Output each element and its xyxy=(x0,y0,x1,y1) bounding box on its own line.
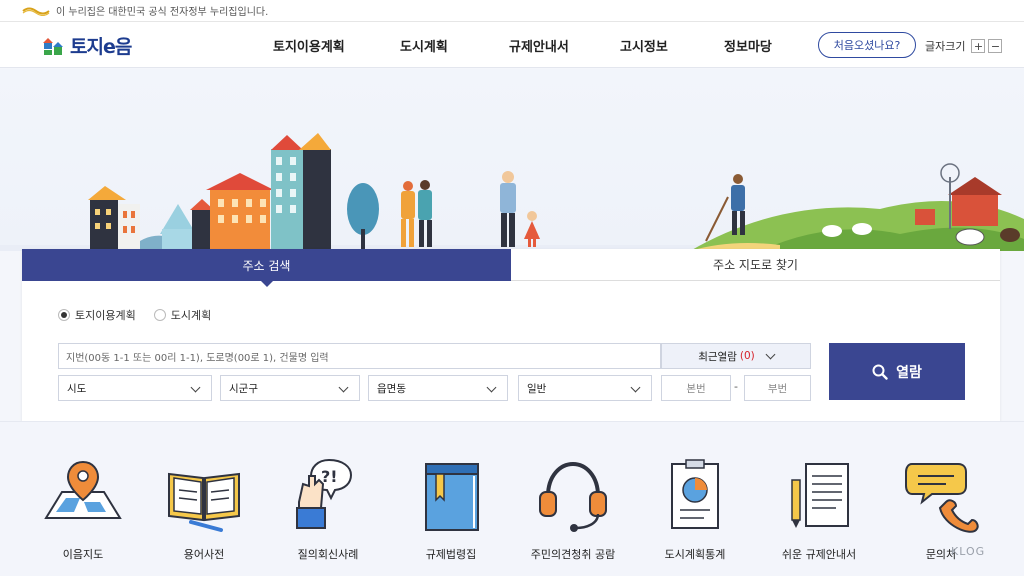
document-pencil-icon xyxy=(791,463,849,528)
nav-info[interactable]: 정보마당 xyxy=(724,36,772,55)
quick-item-easy-guide[interactable]: 쉬운 규제안내서 xyxy=(764,456,874,562)
brand-name: 토지e음 xyxy=(70,36,132,58)
chevron-down-icon xyxy=(630,382,641,393)
gov-banner-text: 이 누리집은 대한민국 공식 전자정부 누리집입니다. xyxy=(56,7,269,18)
radio-land-use-plan[interactable]: 토지이용계획 xyxy=(58,307,136,323)
nav-regulation-guide[interactable]: 규제안내서 xyxy=(509,36,569,55)
select-value: 읍면동 xyxy=(377,382,406,395)
quick-item-label: 규제법령집 xyxy=(425,548,477,561)
select-value: 일반 xyxy=(527,382,547,395)
view-submit-label: 열람 xyxy=(896,364,922,381)
recent-views-count: (0) xyxy=(739,350,755,362)
tab-address-search[interactable]: 주소 검색 xyxy=(22,249,511,287)
headset-icon xyxy=(539,461,607,532)
chevron-down-icon xyxy=(338,382,349,393)
quick-menu: 이음지도 용어사전 ?! 질의회신사례 규제법령집 주민의견청취 공람 도시계획… xyxy=(0,421,1024,576)
recent-views-dropdown[interactable]: 최근열람 (0) xyxy=(661,343,811,369)
select-value: 시도 xyxy=(67,382,87,395)
law-book-icon xyxy=(425,463,479,531)
gov-logo-icon xyxy=(22,7,50,16)
nav-notices[interactable]: 고시정보 xyxy=(620,36,668,55)
chevron-down-icon xyxy=(486,382,497,393)
recent-views-label: 최근열람 xyxy=(698,350,737,363)
lot-number-separator: - xyxy=(734,380,738,393)
address-search-input[interactable]: 지번(00동 1-1 또는 00리 1-1), 도로명(00로 1), 건물명 … xyxy=(58,343,661,369)
hero-illustration xyxy=(0,69,1024,251)
radio-label: 도시계획 xyxy=(170,309,212,322)
search-icon xyxy=(872,364,888,380)
nav-urban-plan[interactable]: 도시계획 xyxy=(400,36,448,55)
sub-lot-number-input[interactable]: 부번 xyxy=(744,375,811,401)
quick-item-label: 주민의견청취 공람 xyxy=(530,548,616,561)
font-increase-button[interactable]: + xyxy=(971,39,986,53)
question-hand-icon: ?! xyxy=(296,458,353,529)
radio-checked-icon xyxy=(58,309,70,321)
font-size-control: 글자크기 + − xyxy=(925,38,1003,54)
quick-item-label: 이음지도 xyxy=(62,548,104,561)
chevron-down-icon xyxy=(765,349,776,359)
quick-item-eum-map[interactable]: 이음지도 xyxy=(28,456,138,562)
map-pin-icon xyxy=(44,460,122,519)
tab-map-search[interactable]: 주소 지도로 찾기 xyxy=(511,249,1000,281)
quick-item-urban-stats[interactable]: 도시계획통계 xyxy=(640,456,750,562)
font-size-label: 글자크기 xyxy=(925,40,966,53)
search-type-radios: 토지이용계획 도시계획 xyxy=(58,307,229,323)
address-search-panel: 주소 검색 주소 지도로 찾기 토지이용계획 도시계획 지번(00동 1-1 또… xyxy=(22,249,1000,421)
quick-item-label: 질의회신사례 xyxy=(297,548,359,561)
sido-select[interactable]: 시도 xyxy=(58,375,212,401)
quick-item-label: 도시계획통계 xyxy=(664,548,726,561)
main-lot-number-input[interactable]: 본번 xyxy=(661,375,731,401)
chart-board-icon xyxy=(671,459,719,529)
quick-item-public-hearing[interactable]: 주민의견청취 공람 xyxy=(518,456,628,562)
first-visit-button[interactable]: 처음오셨나요? xyxy=(818,32,916,58)
quick-item-qa-cases[interactable]: ?! 질의회신사례 xyxy=(273,456,383,562)
radio-label: 토지이용계획 xyxy=(75,309,136,322)
font-decrease-button[interactable]: − xyxy=(988,39,1003,53)
quick-item-glossary[interactable]: 용어사전 xyxy=(149,456,259,562)
phone-chat-icon xyxy=(905,463,979,533)
eupmyeondong-select[interactable]: 읍면동 xyxy=(368,375,508,401)
town-and-farm-scene-icon xyxy=(0,133,1024,251)
site-header: 토지e음 토지이용계획 도시계획 규제안내서 고시정보 정보마당 처음오셨나요?… xyxy=(0,22,1024,68)
open-book-icon xyxy=(168,472,240,532)
radio-urban-plan[interactable]: 도시계획 xyxy=(153,307,212,323)
select-value: 시군구 xyxy=(229,382,258,395)
land-type-select[interactable]: 일반 xyxy=(518,375,652,401)
watermark-text: KLOG xyxy=(951,545,986,558)
search-tabs: 주소 검색 주소 지도로 찾기 xyxy=(22,249,1000,287)
sigungu-select[interactable]: 시군구 xyxy=(220,375,360,401)
nav-land-use-plan[interactable]: 토지이용계획 xyxy=(273,36,345,55)
quick-item-label: 용어사전 xyxy=(183,548,225,561)
chevron-down-icon xyxy=(190,382,201,393)
brand-logo[interactable]: 토지e음 xyxy=(42,32,132,59)
view-submit-button[interactable]: 열람 xyxy=(829,343,965,400)
quick-item-law-collection[interactable]: 규제법령집 xyxy=(396,456,506,562)
gov-banner: 이 누리집은 대한민국 공식 전자정부 누리집입니다. xyxy=(0,0,1024,22)
houses-logo-icon xyxy=(43,37,63,55)
radio-unchecked-icon xyxy=(153,309,166,321)
quick-item-label: 쉬운 규제안내서 xyxy=(781,548,857,561)
